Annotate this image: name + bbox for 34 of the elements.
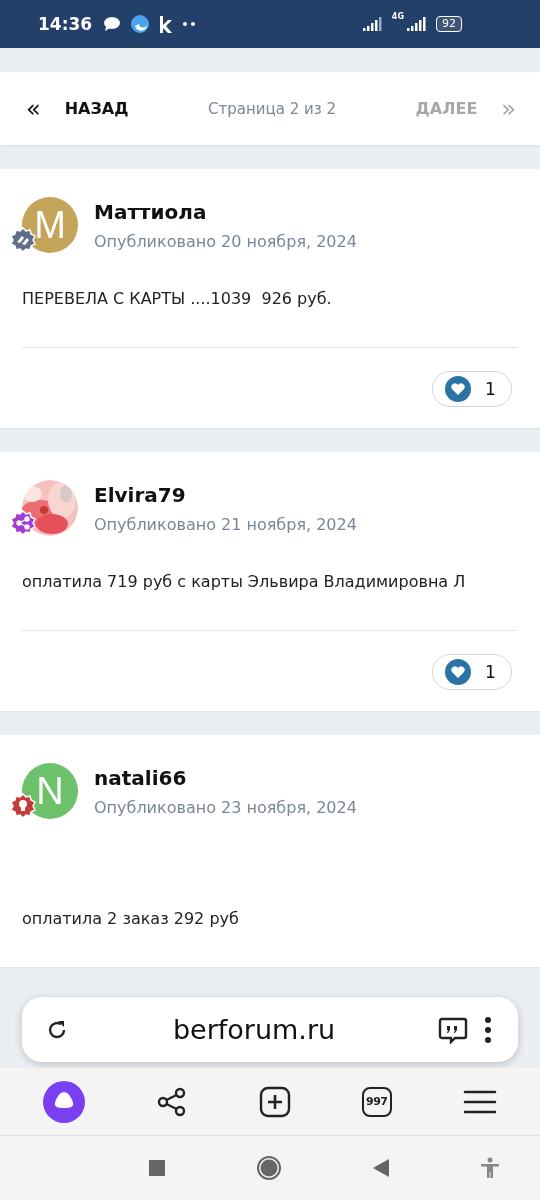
accessibility-icon[interactable] bbox=[480, 1157, 500, 1179]
more-notifications-icon bbox=[182, 21, 197, 27]
back-icon[interactable] bbox=[372, 1158, 390, 1178]
clock: 14:36 bbox=[38, 14, 93, 34]
author-name[interactable]: natali66 bbox=[94, 765, 357, 790]
author-name[interactable]: Elvira79 bbox=[94, 482, 357, 507]
post-date[interactable]: Опубликовано 23 ноября, 2024 bbox=[94, 797, 357, 817]
battery-indicator: 92 bbox=[436, 16, 462, 32]
menu-icon[interactable] bbox=[462, 1088, 497, 1115]
assistant-icon[interactable] bbox=[43, 1080, 86, 1123]
address-bar[interactable]: berforum.ru bbox=[22, 997, 518, 1062]
reaction-button[interactable]: 1 bbox=[432, 654, 512, 690]
k-app-icon bbox=[158, 15, 175, 33]
reaction-button[interactable]: 1 bbox=[432, 371, 512, 407]
home-icon[interactable] bbox=[256, 1155, 282, 1181]
tabs-button[interactable]: 997 bbox=[361, 1086, 392, 1117]
chat-icon bbox=[102, 16, 123, 32]
recents-icon[interactable] bbox=[148, 1159, 166, 1177]
post-text: оплатила 2 заказ 292 руб bbox=[22, 908, 240, 930]
post-text: оплатила 719 руб с карты Эльвира Владимировна Л bbox=[22, 571, 467, 593]
post-date[interactable]: Опубликовано 21 ноября, 2024 bbox=[94, 514, 357, 534]
author-name[interactable]: Маттиола bbox=[94, 199, 357, 224]
signal-icon bbox=[406, 16, 428, 32]
post-date[interactable]: Опубликовано 20 ноября, 2024 bbox=[94, 231, 357, 251]
page-indicator: Страница 2 из 2 bbox=[208, 99, 336, 118]
url-text[interactable]: berforum.ru bbox=[86, 1014, 422, 1045]
quote-icon[interactable] bbox=[438, 1015, 468, 1044]
signal-icon bbox=[361, 16, 384, 32]
back-button[interactable]: « НАЗАД bbox=[26, 94, 129, 123]
app-icon bbox=[130, 14, 151, 34]
new-tab-icon[interactable] bbox=[259, 1085, 291, 1118]
post-text: ПЕРЕВЕЛА С КАРТЫ ....1039 926 руб. bbox=[22, 288, 333, 310]
network-label: 4G bbox=[391, 12, 404, 21]
more-icon[interactable] bbox=[484, 1015, 492, 1044]
